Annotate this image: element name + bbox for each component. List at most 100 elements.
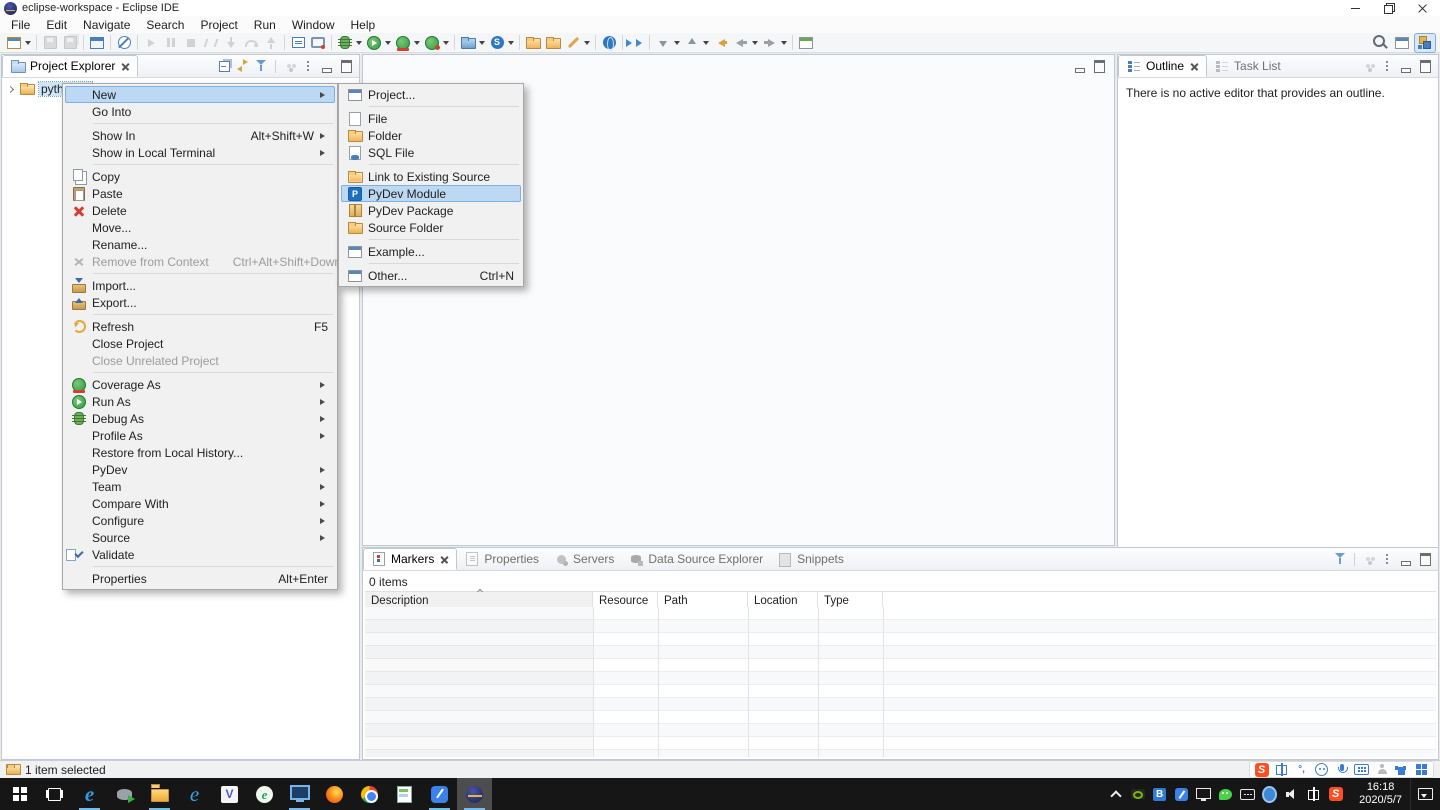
maximize-icon[interactable] [1416, 550, 1434, 568]
toolbar-button[interactable] [1370, 33, 1390, 53]
menubar-item[interactable]: Navigate [76, 17, 137, 33]
menu-item-new[interactable]: New [65, 86, 335, 103]
minimize-icon[interactable] [1397, 57, 1415, 75]
submenu-item-folder[interactable]: Folder [341, 127, 521, 144]
toolbar-button[interactable] [335, 33, 364, 53]
toolbar-button[interactable] [458, 33, 487, 53]
taskbar-item[interactable] [212, 778, 247, 810]
menu-item-restore-from-local-history[interactable]: Restore from Local History... [65, 444, 335, 461]
toolbar-button[interactable] [288, 33, 308, 53]
bluetooth-icon[interactable] [1152, 787, 1167, 802]
taskbar-item[interactable] [422, 778, 457, 810]
menu-item-go-into[interactable]: Go Into [65, 103, 335, 120]
dropdown-caret-icon[interactable] [781, 41, 787, 48]
wechat-icon[interactable] [1218, 787, 1233, 802]
toolbar-button[interactable] [563, 33, 592, 53]
nvidia-icon[interactable] [1130, 787, 1145, 802]
toolbar-button[interactable] [60, 33, 80, 53]
menu-item-move[interactable]: Move... [65, 219, 335, 236]
taskbar-item[interactable] [247, 778, 282, 810]
filter-icon[interactable] [253, 57, 271, 75]
menu-item-properties[interactable]: Properties Alt+Enter [65, 570, 335, 587]
menu-item-close-unrelated-project[interactable]: Close Unrelated Project [65, 352, 335, 369]
taskbar-item[interactable] [177, 778, 212, 810]
toolbar-button[interactable] [1414, 33, 1436, 53]
toolbar-button[interactable] [161, 33, 181, 53]
dropdown-caret-icon[interactable] [356, 41, 362, 48]
dropdown-caret-icon[interactable] [385, 41, 391, 48]
menu-item-rename[interactable]: Rename... [65, 236, 335, 253]
taskbar-item[interactable] [317, 778, 352, 810]
menubar-item[interactable]: Search [139, 17, 191, 33]
taskbar-item[interactable] [352, 778, 387, 810]
view-menu-icon[interactable] [1378, 57, 1396, 75]
skin-icon[interactable] [1394, 762, 1409, 777]
toolbar-button[interactable] [393, 33, 422, 53]
view-menu-icon[interactable] [299, 57, 317, 75]
taskbar-clock[interactable]: 16:18 2020/5/7 [1351, 781, 1410, 807]
tab[interactable]: Markers [363, 548, 457, 570]
dropdown-caret-icon[interactable] [674, 41, 680, 48]
dropdown-caret-icon[interactable] [752, 41, 758, 48]
toolbar-button[interactable] [181, 33, 201, 53]
dropdown-caret-icon[interactable] [479, 41, 485, 48]
taskbar-item[interactable] [282, 778, 317, 810]
menu-item-copy[interactable]: Copy [65, 168, 335, 185]
maximize-icon[interactable] [337, 57, 355, 75]
menu-item-compare-with[interactable]: Compare With [65, 495, 335, 512]
toolbar-button[interactable] [87, 33, 107, 53]
typora-tray-icon[interactable] [1174, 787, 1189, 802]
toolbar-button[interactable] [261, 33, 281, 53]
submenu-item-pydev-module[interactable]: PyDev Module [341, 185, 521, 202]
menu-item-profile-as[interactable]: Profile As [65, 427, 335, 444]
toolbar-button[interactable] [711, 33, 731, 53]
toolbar-button[interactable] [653, 33, 682, 53]
toolbar-button[interactable] [308, 33, 328, 53]
sogou-logo-icon[interactable] [1254, 762, 1269, 777]
toolbox-icon[interactable] [1414, 762, 1429, 777]
menu-item-close-project[interactable]: Close Project [65, 335, 335, 352]
chinese-mode-icon[interactable] [1274, 762, 1289, 777]
action-center-button[interactable] [1410, 778, 1440, 810]
menu-item-paste[interactable]: Paste [65, 185, 335, 202]
tab[interactable]: Properties [457, 548, 546, 570]
submenu-item-other[interactable]: Other... Ctrl+N [341, 267, 521, 284]
toolbar-button[interactable] [523, 33, 543, 53]
close-window-button[interactable] [1406, 0, 1440, 16]
taskbar-item[interactable] [142, 778, 177, 810]
menubar-item[interactable]: Run [247, 17, 283, 33]
toolbar-button[interactable] [599, 33, 619, 53]
maximize-icon[interactable] [1416, 57, 1434, 75]
menubar-item[interactable]: File [4, 17, 37, 33]
submenu-item-source-folder[interactable]: Source Folder [341, 219, 521, 236]
submenu-item-pydev-package[interactable]: PyDev Package [341, 202, 521, 219]
menu-item-refresh[interactable]: Refresh F5 [65, 318, 335, 335]
toolbar-button[interactable] [422, 33, 451, 53]
toolbar-button[interactable] [760, 33, 789, 53]
focus-icon[interactable] [1359, 57, 1377, 75]
dropdown-caret-icon[interactable] [584, 41, 590, 48]
tab[interactable]: Data Source Explorer [621, 548, 770, 570]
ime-lang-icon[interactable] [1306, 787, 1321, 802]
toolbar-button[interactable] [1392, 33, 1412, 53]
menu-item-show-in[interactable]: Show In Alt+Shift+W [65, 127, 335, 144]
toolbar-button[interactable] [487, 33, 516, 53]
menu-item-show-in-local-terminal[interactable]: Show in Local Terminal [65, 144, 335, 161]
link-editor-icon[interactable] [234, 57, 252, 75]
app-circle-icon[interactable] [1262, 787, 1277, 802]
toolbar-button[interactable] [40, 33, 60, 53]
toolbar-button[interactable] [731, 33, 760, 53]
tray-expand-icon[interactable] [1108, 787, 1123, 802]
emoji-icon[interactable] [1314, 762, 1329, 777]
taskbar-item[interactable] [37, 778, 72, 810]
toolbar-button[interactable] [114, 33, 134, 53]
restore-window-button[interactable] [1372, 0, 1406, 16]
tab[interactable]: Snippets [770, 548, 851, 570]
toolbar-button[interactable] [4, 33, 33, 53]
menubar-item[interactable]: Window [285, 17, 342, 33]
close-icon[interactable] [440, 555, 449, 564]
toolbar-button[interactable] [201, 33, 221, 53]
taskbar-item[interactable] [107, 778, 142, 810]
tab[interactable]: Task List [1207, 55, 1288, 77]
expander-chevron-icon[interactable] [7, 85, 14, 92]
